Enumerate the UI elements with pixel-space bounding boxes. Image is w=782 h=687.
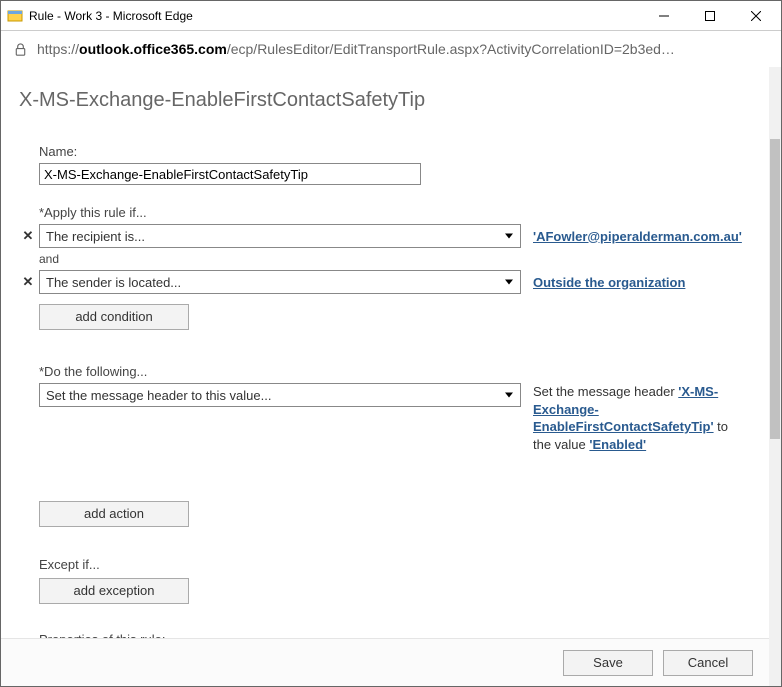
vertical-scrollbar[interactable] — [769, 67, 781, 686]
apply-if-label: *Apply this rule if... — [39, 205, 747, 220]
remove-condition-icon[interactable]: ✕ — [21, 229, 35, 243]
action-value-link[interactable]: 'Enabled' — [589, 437, 646, 452]
add-exception-button[interactable]: add exception — [39, 578, 189, 604]
dropdown-label: Set the message header to this value... — [46, 388, 271, 403]
app-icon — [7, 8, 23, 24]
condition-dropdown-sender-location[interactable]: The sender is located... — [39, 270, 521, 294]
condition-dropdown-recipient[interactable]: The recipient is... — [39, 224, 521, 248]
window-title: Rule - Work 3 - Microsoft Edge — [29, 9, 641, 23]
window-close-button[interactable] — [733, 1, 779, 31]
condition-value: Outside the organization — [533, 275, 685, 290]
url-host: outlook.office365.com — [79, 41, 227, 57]
url-text[interactable]: https://outlook.office365.com/ecp/RulesE… — [37, 41, 771, 57]
save-button[interactable]: Save — [563, 650, 653, 676]
condition-value: 'AFowler@piperalderman.com.au' — [533, 229, 742, 244]
dropdown-label: The recipient is... — [46, 229, 145, 244]
window-minimize-button[interactable] — [641, 1, 687, 31]
add-action-button[interactable]: add action — [39, 501, 189, 527]
window-titlebar: Rule - Work 3 - Microsoft Edge — [1, 1, 781, 31]
action-description: Set the message header 'X-MS-Exchange-En… — [533, 383, 747, 453]
lock-icon — [11, 40, 29, 58]
cancel-button[interactable]: Cancel — [663, 650, 753, 676]
window-maximize-button[interactable] — [687, 1, 733, 31]
action-row: Set the message header to this value... … — [39, 383, 747, 453]
page-title: X-MS-Exchange-EnableFirstContactSafetyTi… — [19, 89, 751, 112]
condition-row: ✕ The recipient is... 'AFowler@piperalde… — [39, 224, 747, 248]
remove-condition-icon[interactable]: ✕ — [21, 275, 35, 289]
url-path: /ecp/RulesEditor/EditTransportRule.aspx?… — [227, 41, 675, 57]
page-content: X-MS-Exchange-EnableFirstContactSafetyTi… — [1, 67, 769, 686]
dropdown-label: The sender is located... — [46, 275, 181, 290]
address-bar: https://outlook.office365.com/ecp/RulesE… — [1, 31, 781, 67]
condition-row: ✕ The sender is located... Outside the o… — [39, 270, 747, 294]
do-following-label: *Do the following... — [39, 364, 747, 379]
action-desc-text: Set the message header — [533, 384, 678, 399]
condition-value-link[interactable]: Outside the organization — [533, 275, 685, 290]
condition-value-link[interactable]: 'AFowler@piperalderman.com.au' — [533, 229, 742, 244]
scrollbar-thumb[interactable] — [770, 139, 780, 439]
and-label: and — [39, 252, 747, 266]
action-dropdown[interactable]: Set the message header to this value... — [39, 383, 521, 407]
add-condition-button[interactable]: add condition — [39, 304, 189, 330]
dialog-footer: Save Cancel — [1, 638, 769, 686]
except-if-label: Except if... — [39, 557, 747, 572]
name-label: Name: — [39, 144, 747, 159]
rule-name-input[interactable] — [39, 163, 421, 185]
